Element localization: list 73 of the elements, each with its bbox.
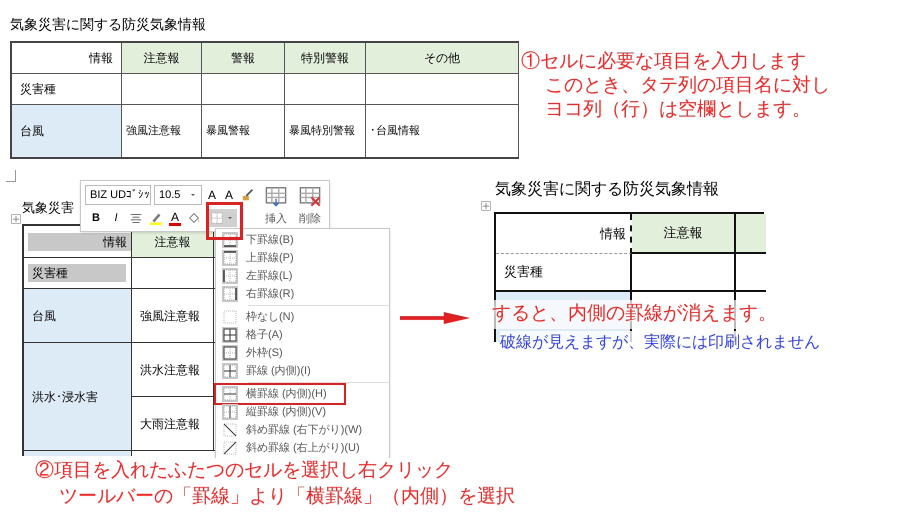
table-cell: 大雨注意報 bbox=[132, 397, 214, 451]
instruction-text: ②項目を入れたふたつのセルを選択し右クリック bbox=[35, 459, 454, 483]
border-style-icon bbox=[222, 386, 238, 402]
border-style-icon bbox=[222, 250, 238, 266]
cell-text: 災害種 bbox=[28, 264, 126, 282]
menu-item[interactable]: 下罫線(B) bbox=[216, 231, 389, 249]
move-handle-icon bbox=[481, 201, 491, 211]
brush-icon bbox=[241, 188, 256, 202]
table-title: 気象災害 bbox=[22, 199, 74, 217]
border-style-icon bbox=[222, 404, 238, 420]
menu-item[interactable]: 斜め罫線 (右上がり)(U) bbox=[216, 439, 389, 457]
border-style-icon bbox=[222, 327, 238, 343]
bold-button[interactable]: B bbox=[89, 210, 103, 226]
paint-bucket-icon bbox=[187, 211, 202, 225]
border-style-icon bbox=[222, 309, 238, 325]
border-style-icon bbox=[222, 363, 238, 379]
center-align-button[interactable] bbox=[129, 211, 143, 225]
table-cell: 注意報 bbox=[632, 214, 736, 254]
shading-button[interactable] bbox=[187, 211, 202, 225]
move-handle-icon bbox=[11, 214, 21, 224]
menu-item[interactable]: 罫線 (内側)(I) bbox=[216, 362, 389, 380]
table-delete-icon bbox=[299, 185, 322, 207]
highlight-frame bbox=[206, 202, 243, 240]
table-cell: 洪水注意報 bbox=[132, 343, 214, 397]
menu-item[interactable]: 外枠(S) bbox=[216, 344, 389, 362]
table-cell: 注意報 bbox=[122, 43, 202, 74]
table-title: 気象災害に関する防災気象情報 bbox=[10, 15, 206, 34]
border-style-icon bbox=[222, 422, 238, 438]
table-cell: 情報 bbox=[12, 43, 122, 74]
menu-item[interactable]: 横罫線 (内側)(H) bbox=[216, 385, 344, 403]
instruction-text: ヨコ列（行）は空欄とします。 bbox=[544, 98, 812, 122]
font-field[interactable]: BIZ UDｺﾞｼｯ bbox=[85, 185, 151, 205]
instruction-text: ①セルに必要な項目を入力します bbox=[521, 50, 807, 74]
cell-text: 台風 bbox=[31, 308, 57, 324]
caret-icon bbox=[226, 214, 234, 222]
table-cell: 台風 bbox=[12, 105, 122, 157]
shrink-font-button[interactable]: A bbox=[222, 185, 236, 205]
font-color-button[interactable]: A bbox=[169, 210, 182, 226]
border-style-icon bbox=[222, 440, 238, 456]
menu-item[interactable]: 格子(A) bbox=[216, 326, 389, 344]
cell-text: 情報 bbox=[28, 232, 131, 250]
cell-text: 注意報 bbox=[154, 234, 192, 250]
border-style-icon bbox=[222, 268, 238, 284]
highlighter-icon bbox=[149, 211, 163, 225]
highlight-button[interactable] bbox=[149, 211, 163, 225]
menu-item[interactable]: 左罫線(L) bbox=[216, 267, 389, 285]
caret-icon bbox=[189, 191, 197, 199]
margin-mark bbox=[6, 170, 16, 182]
italic-button[interactable]: I bbox=[109, 210, 123, 226]
table-cell: 警報 bbox=[202, 43, 285, 74]
table-cell: 災害種 bbox=[12, 74, 122, 105]
table-insert-icon bbox=[265, 185, 288, 207]
menu-item[interactable]: 枠なし(N) bbox=[216, 308, 389, 326]
border-style-icon bbox=[222, 345, 238, 361]
table-cell: 強風注意報 bbox=[132, 289, 214, 343]
borders-button[interactable] bbox=[207, 209, 238, 227]
instruction-text: ツールバーの「罫線」より「横罫線」（内側）を選択 bbox=[58, 485, 515, 509]
grid-icon bbox=[210, 211, 224, 225]
instruction-text: このとき、タテ列の項目名に対し bbox=[544, 74, 830, 98]
align-icon bbox=[129, 211, 143, 225]
menu-item[interactable]: 縦罫線 (内側)(V) bbox=[216, 403, 389, 421]
menu-item[interactable]: 上罫線(P) bbox=[216, 249, 389, 267]
size-field[interactable]: 10.5 bbox=[154, 185, 202, 205]
table-cell: 特別警報 bbox=[285, 43, 366, 74]
delete-button[interactable]: 削除 bbox=[295, 185, 326, 227]
insert-button[interactable]: 挿入 bbox=[261, 185, 292, 227]
menu-item[interactable]: 斜め罫線 (右下がり)(W) bbox=[216, 421, 389, 439]
border-style-icon bbox=[222, 286, 238, 302]
grow-font-button[interactable]: A bbox=[205, 185, 220, 205]
table-cell: その他 bbox=[366, 43, 519, 74]
menu-item[interactable]: 右罫線(R) bbox=[216, 285, 389, 303]
table-title: 気象災害に関する防災気象情報 bbox=[495, 180, 719, 200]
cell-text: 洪水･浸水害 bbox=[31, 388, 99, 406]
